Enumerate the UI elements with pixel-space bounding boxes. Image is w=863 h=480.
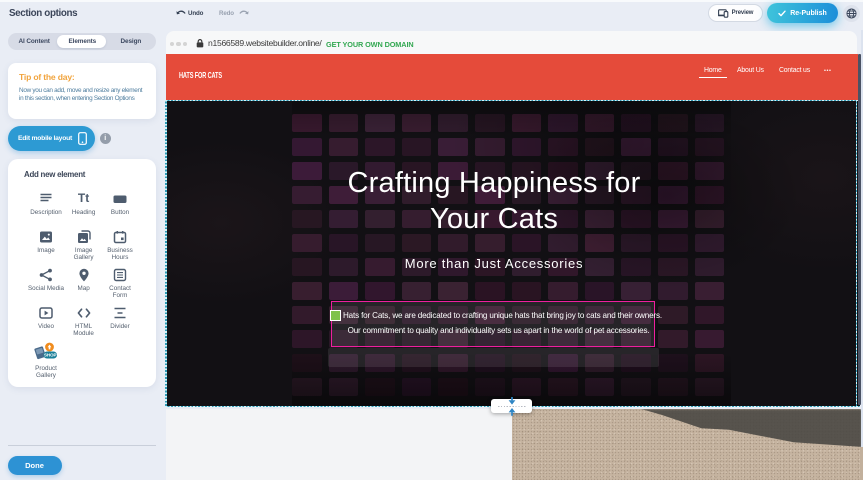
svg-text:SHOP: SHOP <box>44 353 57 358</box>
